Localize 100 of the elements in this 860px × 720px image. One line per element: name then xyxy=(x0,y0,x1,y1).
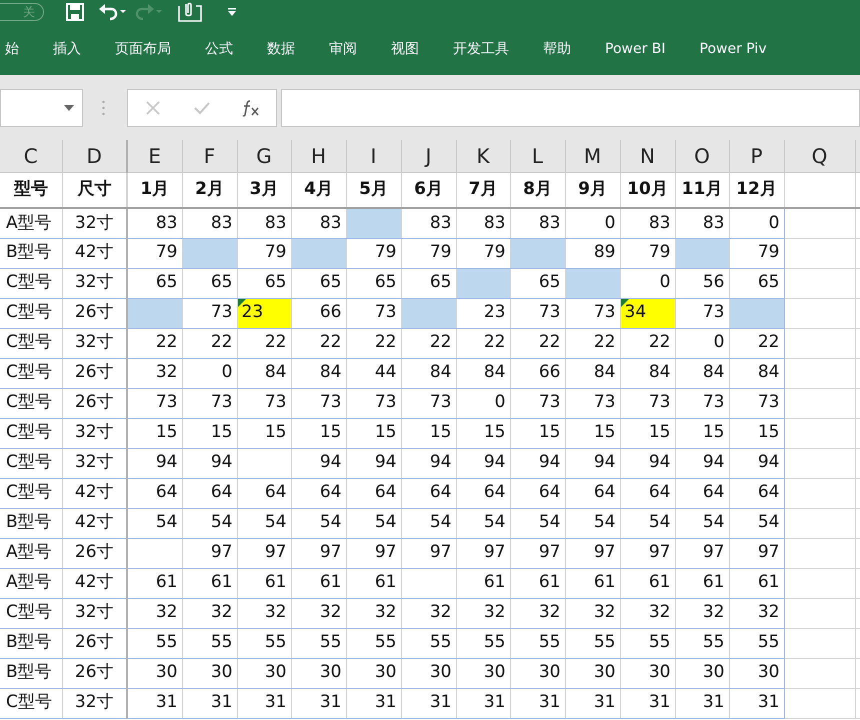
table-cell: 32 xyxy=(237,598,291,628)
table-cell: 22 xyxy=(237,328,291,358)
column-header[interactable]: C xyxy=(0,140,62,172)
table-cell: 30 xyxy=(237,658,291,688)
save-icon[interactable] xyxy=(66,3,84,21)
ribbon-tab[interactable]: Power Piv xyxy=(686,39,780,60)
table-cell: 55 xyxy=(291,628,346,658)
ribbon-tab[interactable]: 开发工具 xyxy=(440,39,522,60)
table-cell: 32寸 xyxy=(62,208,127,238)
table-cell: 54 xyxy=(401,508,456,538)
table-cell: 22 xyxy=(401,328,456,358)
column-header[interactable]: H xyxy=(291,140,346,172)
table-cell: C型号 xyxy=(0,328,62,358)
table-cell: C型号 xyxy=(0,598,62,628)
flagged-cell: 23 xyxy=(237,298,291,328)
ribbon-tab[interactable]: Power BI xyxy=(592,39,679,60)
table-cell: 83 xyxy=(401,208,456,238)
ribbon-tab[interactable]: 视图 xyxy=(378,39,432,60)
column-header[interactable]: E xyxy=(127,140,182,172)
table-cell: 64 xyxy=(127,478,182,508)
table-cell: 55 xyxy=(729,628,784,658)
table-cell: 64 xyxy=(510,478,565,508)
table-cell: 83 xyxy=(675,208,729,238)
table-cell: 61 xyxy=(565,568,620,598)
table-cell: 31 xyxy=(456,688,510,718)
table-cell: 89 xyxy=(565,238,620,268)
table-cell: 73 xyxy=(346,298,401,328)
table-cell: 32寸 xyxy=(62,328,127,358)
table-cell: 94 xyxy=(565,448,620,478)
clipboard-icon[interactable] xyxy=(178,2,202,22)
table-cell: 79 xyxy=(401,238,456,268)
table-cell: 55 xyxy=(237,628,291,658)
table-cell: B型号 xyxy=(0,508,62,538)
highlighted-cell xyxy=(291,238,346,268)
formula-input[interactable] xyxy=(281,88,860,126)
customize-icon[interactable] xyxy=(227,7,237,17)
ribbon-tab[interactable]: 审阅 xyxy=(316,39,370,60)
column-header[interactable]: K xyxy=(456,140,510,172)
table-cell: 55 xyxy=(456,628,510,658)
column-header[interactable]: J xyxy=(401,140,456,172)
highlighted-cell xyxy=(729,298,784,328)
column-header[interactable]: D xyxy=(62,140,127,172)
undo-icon[interactable] xyxy=(98,3,126,21)
table-cell: 15 xyxy=(456,418,510,448)
ribbon-tab[interactable]: 数据 xyxy=(254,39,308,60)
table-cell: 64 xyxy=(565,478,620,508)
table-cell: 73 xyxy=(675,298,729,328)
table-cell: 84 xyxy=(237,358,291,388)
table-cell: 83 xyxy=(291,208,346,238)
table-cell: 55 xyxy=(182,628,237,658)
column-header[interactable]: O xyxy=(675,140,729,172)
ribbon-tab[interactable]: 帮助 xyxy=(530,39,584,60)
table-cell: 94 xyxy=(510,448,565,478)
table-cell: 65 xyxy=(510,268,565,298)
table-cell: 84 xyxy=(401,358,456,388)
highlighted-cell xyxy=(456,268,510,298)
column-header[interactable]: M xyxy=(565,140,620,172)
table-cell: 84 xyxy=(291,358,346,388)
ribbon-tab[interactable]: 页面布局 xyxy=(102,39,184,60)
table-cell: 79 xyxy=(729,238,784,268)
column-header[interactable]: P xyxy=(729,140,784,172)
table-cell: 15 xyxy=(565,418,620,448)
highlighted-cell xyxy=(401,298,456,328)
table-header: 尺寸 xyxy=(62,172,127,208)
column-header[interactable]: G xyxy=(237,140,291,172)
table-cell: 55 xyxy=(127,628,182,658)
table-cell: 97 xyxy=(237,538,291,568)
table-cell: 66 xyxy=(510,358,565,388)
table-cell: 22 xyxy=(456,328,510,358)
table-cell: 0 xyxy=(182,358,237,388)
table-cell: 83 xyxy=(456,208,510,238)
ribbon-tab[interactable]: 始 xyxy=(0,39,32,60)
table-cell: 55 xyxy=(565,628,620,658)
table-cell: 42寸 xyxy=(62,478,127,508)
table-cell: 32寸 xyxy=(62,268,127,298)
table-cell: 97 xyxy=(565,538,620,568)
column-header[interactable]: Q xyxy=(784,140,855,172)
column-header[interactable]: L xyxy=(510,140,565,172)
function-icon[interactable] xyxy=(240,98,260,116)
table-cell: 94 xyxy=(456,448,510,478)
table-cell: 83 xyxy=(127,208,182,238)
table-cell: 22 xyxy=(729,328,784,358)
ribbon-tab[interactable]: 公式 xyxy=(192,39,246,60)
ribbon-tab[interactable]: 插入 xyxy=(40,39,94,60)
table-cell: 55 xyxy=(620,628,675,658)
flagged-cell: 34 xyxy=(620,298,675,328)
table-cell: 61 xyxy=(237,568,291,598)
column-header[interactable]: N xyxy=(620,140,675,172)
table-cell: 15 xyxy=(346,418,401,448)
column-header[interactable]: F xyxy=(182,140,237,172)
table-cell: 65 xyxy=(346,268,401,298)
table-cell: 15 xyxy=(127,418,182,448)
dropdown-icon[interactable] xyxy=(64,104,74,110)
table-cell: 0 xyxy=(565,208,620,238)
column-header[interactable]: I xyxy=(346,140,401,172)
table-cell: 22 xyxy=(291,328,346,358)
table-cell: 65 xyxy=(182,268,237,298)
table-cell: 73 xyxy=(127,388,182,418)
table-cell: 54 xyxy=(237,508,291,538)
table-cell: A型号 xyxy=(0,568,62,598)
